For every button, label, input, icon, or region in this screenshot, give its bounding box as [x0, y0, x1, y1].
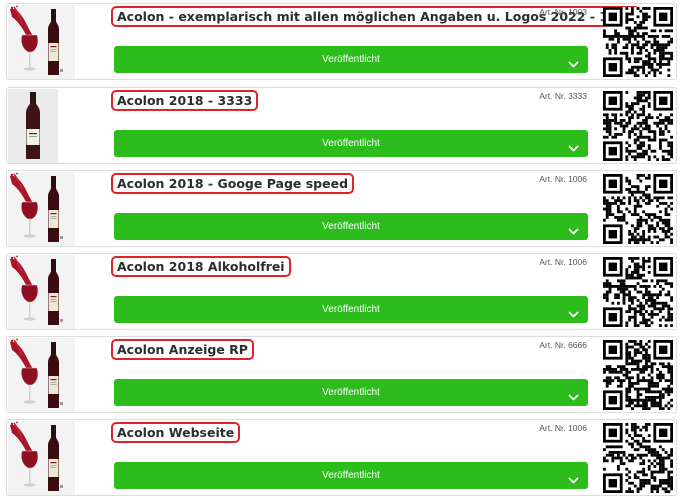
product-title-link[interactable]: Acolon 2018 - Googe Page speed [111, 173, 355, 194]
status-label: Veröffentlicht [322, 54, 380, 65]
article-number-label: Art. Nr. [539, 340, 566, 350]
product-title-link[interactable]: Acolon Anzeige RP [111, 339, 254, 360]
article-number-value: 3333 [568, 91, 587, 101]
article-number-value: 1006 [568, 257, 587, 267]
status-dropdown[interactable]: Veröffentlicht [114, 296, 588, 323]
status-dropdown[interactable]: Veröffentlicht [114, 379, 588, 406]
article-number-label: Art. Nr. [539, 91, 566, 101]
article-number: Art. Nr. 3333 [539, 91, 587, 101]
product-card: Acolon 2018 Alkoholfrei Art. Nr. 1006 Ve… [6, 253, 677, 330]
status-label: Veröffentlicht [322, 138, 380, 149]
product-image[interactable] [8, 421, 75, 495]
article-number: Art. Nr. 1003 [539, 7, 587, 17]
article-number: Art. Nr. 6666 [539, 340, 587, 350]
chevron-down-icon [568, 138, 579, 152]
status-label: Veröffentlicht [322, 221, 380, 232]
product-card: Acolon - exemplarisch mit allen mögliche… [6, 3, 677, 80]
product-card: Acolon 2018 - 3333 Art. Nr. 3333 Veröffe… [6, 87, 677, 164]
article-number-value: 1006 [568, 423, 587, 433]
qr-code-icon [603, 173, 673, 244]
qr-code-icon [603, 339, 673, 410]
article-number: Art. Nr. 1006 [539, 174, 587, 184]
article-number-label: Art. Nr. [539, 257, 566, 267]
qr-code-icon [603, 6, 673, 77]
product-card: Acolon 2018 - Googe Page speed Art. Nr. … [6, 170, 677, 247]
qr-code-icon [603, 422, 673, 493]
status-dropdown[interactable]: Veröffentlicht [114, 213, 588, 240]
qr-code[interactable] [601, 337, 675, 412]
product-image[interactable] [8, 255, 75, 329]
product-title-link[interactable]: Acolon 2018 Alkoholfrei [111, 256, 291, 277]
qr-code[interactable] [601, 420, 675, 495]
chevron-down-icon [568, 54, 579, 68]
qr-code-icon [603, 256, 673, 327]
article-number: Art. Nr. 1006 [539, 257, 587, 267]
qr-code[interactable] [601, 171, 675, 246]
product-image[interactable] [8, 5, 75, 79]
status-dropdown[interactable]: Veröffentlicht [114, 130, 588, 157]
chevron-down-icon [568, 470, 579, 484]
product-card: Acolon Anzeige RP Art. Nr. 6666 Veröffen… [6, 336, 677, 413]
product-title-link[interactable]: Acolon 2018 - 3333 [111, 90, 259, 111]
chevron-down-icon [568, 387, 579, 401]
product-image[interactable] [8, 172, 75, 246]
article-number: Art. Nr. 1006 [539, 423, 587, 433]
status-label: Veröffentlicht [322, 304, 380, 315]
product-image[interactable] [8, 89, 75, 163]
qr-code[interactable] [601, 254, 675, 329]
status-label: Veröffentlicht [322, 387, 380, 398]
article-number-value: 6666 [568, 340, 587, 350]
product-card: Acolon Webseite Art. Nr. 1006 Veröffentl… [6, 419, 677, 496]
status-dropdown[interactable]: Veröffentlicht [114, 462, 588, 489]
article-number-value: 1003 [568, 7, 587, 17]
status-dropdown[interactable]: Veröffentlicht [114, 46, 588, 73]
status-label: Veröffentlicht [322, 470, 380, 481]
article-number-label: Art. Nr. [539, 7, 566, 17]
chevron-down-icon [568, 221, 579, 235]
article-number-label: Art. Nr. [539, 174, 566, 184]
qr-code[interactable] [601, 4, 675, 79]
article-number-value: 1006 [568, 174, 587, 184]
product-title-link[interactable]: Acolon Webseite [111, 422, 241, 443]
product-list: Acolon - exemplarisch mit allen mögliche… [0, 0, 690, 500]
product-image[interactable] [8, 338, 75, 412]
qr-code[interactable] [601, 88, 675, 163]
chevron-down-icon [568, 304, 579, 318]
qr-code-icon [603, 90, 673, 161]
article-number-label: Art. Nr. [539, 423, 566, 433]
